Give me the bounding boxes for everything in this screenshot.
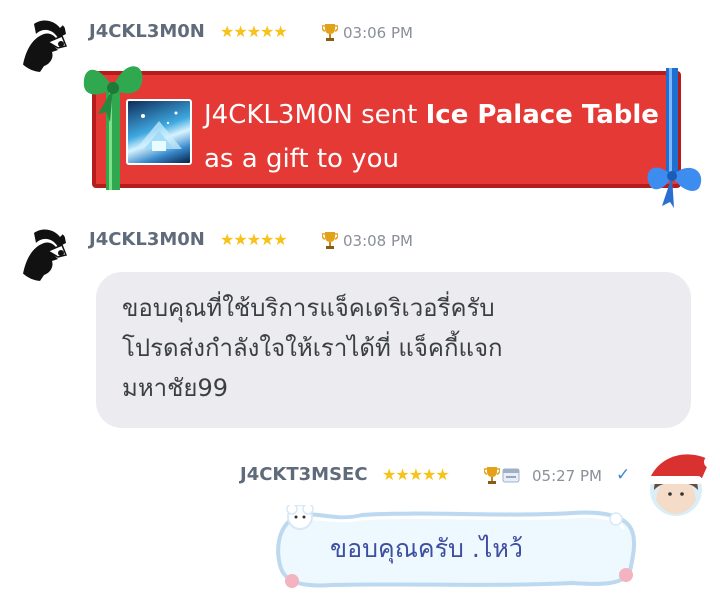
gift-verb: sent xyxy=(361,100,418,130)
message-bubble[interactable]: ขอบคุณที่ใช้บริการแจ็คเดริเวอรี่ครับ โปร… xyxy=(96,272,691,428)
message-text: ขอบคุณครับ .ไหว้ xyxy=(330,534,523,563)
avatar-image xyxy=(14,16,70,72)
rating-stars: ★★★★★ xyxy=(382,465,450,484)
gift-suffix: as a gift to you xyxy=(204,144,399,174)
sender-name[interactable]: J4CKL3M0N xyxy=(89,229,205,250)
trophy-icon xyxy=(483,465,501,489)
message-text: ขอบคุณที่ใช้บริการแจ็คเดริเวอรี่ครับ โปร… xyxy=(122,294,503,402)
avatar[interactable] xyxy=(14,225,70,281)
gift-card[interactable]: J4CKL3M0N sent Ice Palace Table as a gif… xyxy=(92,71,681,188)
message-time: 05:27 PM xyxy=(532,467,602,485)
trophy-icon xyxy=(321,230,339,254)
avatar-image xyxy=(648,454,716,516)
ribbon-bow-icon xyxy=(80,52,150,196)
ribbon-bow-icon xyxy=(644,68,708,214)
checkmark-icon: ✓ xyxy=(616,465,631,485)
gift-message: J4CKL3M0N sent Ice Palace Table as a gif… xyxy=(204,93,674,181)
gift-item-name[interactable]: Ice Palace Table xyxy=(426,100,659,130)
sender-name[interactable]: J4CKT3MSEC xyxy=(240,464,368,485)
rating-stars: ★★★★★ xyxy=(220,22,288,41)
gift-sender: J4CKL3M0N xyxy=(204,100,353,130)
message-time: 03:06 PM xyxy=(343,24,413,42)
sender-name[interactable]: J4CKL3M0N xyxy=(89,21,205,42)
message-time: 03:08 PM xyxy=(343,232,413,250)
avatar[interactable] xyxy=(646,448,718,520)
avatar-image xyxy=(14,225,70,281)
calendar-badge-icon xyxy=(502,466,520,488)
rating-stars: ★★★★★ xyxy=(220,230,288,249)
trophy-icon xyxy=(321,22,339,46)
avatar[interactable] xyxy=(14,16,70,72)
